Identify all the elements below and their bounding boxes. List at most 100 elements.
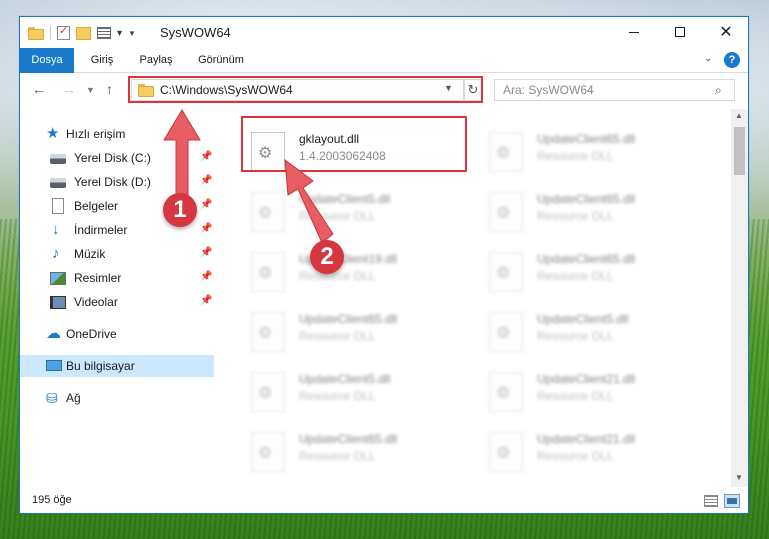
search-icon: ⌕: [715, 83, 722, 97]
pin-icon[interactable]: 📌: [200, 151, 212, 162]
up-arrow-icon[interactable]: ↑: [106, 81, 113, 97]
scrollbar-thumb[interactable]: [734, 127, 745, 175]
file-type: Resource DLL: [299, 209, 376, 223]
large-icons-view-icon[interactable]: [724, 494, 740, 508]
file-item[interactable]: UpdateClient5.dll Resource DLL: [239, 183, 471, 235]
dll-file-icon: [251, 372, 285, 412]
computer-icon: [46, 360, 62, 371]
pin-icon[interactable]: 📌: [200, 223, 212, 234]
sidebar-item-onedrive[interactable]: ☁ OneDrive: [20, 323, 214, 345]
customize-toolbar-icon[interactable]: ▼: [128, 29, 136, 38]
step-badge-2: 2: [310, 240, 344, 274]
tab-share[interactable]: Paylaş: [134, 48, 178, 72]
file-item[interactable]: UpdateClient19.dll Resource DLL: [239, 243, 471, 295]
file-item[interactable]: UpdateClient65.dll Resource DLL: [239, 423, 471, 475]
scroll-up-icon[interactable]: ▲: [735, 111, 743, 120]
sidebar-item-this-pc[interactable]: Bu bilgisayar: [20, 355, 214, 377]
file-name: UpdateClient5.dll: [299, 372, 391, 386]
forward-arrow-icon[interactable]: →: [62, 81, 76, 97]
sidebar-item-music[interactable]: ♪ Müzik 📌: [20, 243, 214, 265]
details-view-icon[interactable]: [704, 495, 718, 507]
navigation-pane: ★ Hızlı erişim Yerel Disk (C:) 📌 Yerel D…: [20, 109, 214, 487]
help-icon[interactable]: ?: [724, 52, 740, 68]
close-button[interactable]: ✕: [703, 17, 749, 47]
file-explorer-window: ▾ ▼ SysWOW64 ✕ Dosya Giriş Paylaş Görünü…: [19, 16, 749, 514]
tab-home[interactable]: Giriş: [82, 48, 122, 72]
music-icon: ♪: [52, 245, 60, 262]
file-name: UpdateClient65.dll: [299, 432, 398, 446]
step-badge-1: 1: [163, 193, 197, 227]
view-icon[interactable]: [97, 27, 111, 39]
sidebar-item-label: Ağ: [66, 391, 81, 405]
file-item[interactable]: UpdateClient21.dll Resource DLL: [477, 423, 709, 475]
pin-icon[interactable]: 📌: [200, 199, 212, 210]
file-type: Resource DLL: [299, 449, 376, 463]
file-item[interactable]: UpdateClient5.dll Resource DLL: [477, 303, 709, 355]
new-folder-icon[interactable]: [76, 26, 91, 40]
back-arrow-icon[interactable]: ←: [32, 81, 46, 97]
file-name: UpdateClient65.dll: [537, 132, 636, 146]
window-title: SysWOW64: [160, 25, 231, 40]
minimize-button[interactable]: [611, 17, 657, 47]
sidebar-item-label: Bu bilgisayar: [66, 359, 135, 373]
file-name: UpdateClient65.dll: [537, 252, 636, 266]
star-icon: ★: [46, 125, 60, 142]
dll-file-icon: [489, 192, 523, 232]
maximize-icon: [675, 27, 685, 37]
file-item[interactable]: UpdateClient65.dll Resource DLL: [477, 183, 709, 235]
pictures-icon: [50, 272, 66, 285]
sidebar-item-label: Hızlı erişim: [66, 127, 126, 141]
sidebar-item-label: Resimler: [74, 271, 122, 285]
file-name: UpdateClient5.dll: [537, 312, 629, 326]
file-type: Resource DLL: [299, 329, 376, 343]
sidebar-item-label: Belgeler: [74, 199, 119, 213]
sidebar-item-label: İndirmeler: [74, 223, 128, 237]
file-item[interactable]: UpdateClient65.dll Resource DLL: [239, 303, 471, 355]
item-count: 195 öğe: [32, 494, 72, 506]
dll-file-icon: [489, 432, 523, 472]
file-item[interactable]: UpdateClient5.dll Resource DLL: [239, 363, 471, 415]
sidebar-item-local-disk-d[interactable]: Yerel Disk (D:) 📌: [20, 171, 214, 193]
vertical-scrollbar[interactable]: ▲ ▼: [731, 109, 748, 487]
chevron-down-icon[interactable]: ▾: [117, 28, 122, 39]
file-name: UpdateClient21.dll: [537, 372, 636, 386]
maximize-button[interactable]: [657, 17, 703, 47]
file-item[interactable]: UpdateClient65.dll Resource DLL: [477, 243, 709, 295]
file-type: Resource DLL: [299, 269, 376, 283]
ribbon-tabs: Dosya Giriş Paylaş Görünüm ⌄ ?: [20, 48, 748, 100]
pin-icon[interactable]: 📌: [200, 247, 212, 258]
videos-icon: [50, 296, 66, 309]
properties-icon[interactable]: [57, 24, 70, 40]
quick-access-toolbar: ▾ ▼: [28, 24, 136, 42]
file-name: UpdateClient21.dll: [537, 432, 636, 446]
dll-file-icon: [489, 372, 523, 412]
cloud-icon: ☁: [46, 325, 61, 342]
close-icon: ✕: [719, 24, 733, 41]
tab-view[interactable]: Görünüm: [190, 48, 252, 72]
dll-file-icon: [251, 252, 285, 292]
pin-icon[interactable]: 📌: [200, 175, 212, 186]
sidebar-item-network[interactable]: ⛁ Ağ: [20, 387, 214, 409]
folder-icon: [28, 26, 44, 40]
sidebar-item-quick-access[interactable]: ★ Hızlı erişim: [20, 123, 214, 145]
scroll-down-icon[interactable]: ▼: [735, 473, 743, 482]
dll-file-icon: [489, 132, 523, 172]
file-item[interactable]: UpdateClient21.dll Resource DLL: [477, 363, 709, 415]
sidebar-item-pictures[interactable]: Resimler 📌: [20, 267, 214, 289]
search-field[interactable]: Ara: SysWOW64 ⌕: [494, 79, 735, 101]
file-type: Resource DLL: [299, 389, 376, 403]
file-item[interactable]: UpdateClient65.dll Resource DLL: [477, 123, 709, 175]
sidebar-item-local-disk-c[interactable]: Yerel Disk (C:) 📌: [20, 147, 214, 169]
expand-ribbon-icon[interactable]: ⌄: [704, 53, 712, 64]
dll-file-icon: [251, 312, 285, 352]
navigation-bar: ← → ▼ ↑ C:\Windows\SysWOW64 ▼ ↻ Ara: Sys…: [20, 73, 748, 108]
recent-locations-icon[interactable]: ▼: [86, 85, 95, 95]
address-highlight-box: [128, 76, 483, 103]
pin-icon[interactable]: 📌: [200, 271, 212, 282]
sidebar-item-label: OneDrive: [66, 327, 117, 341]
drive-icon: [50, 154, 66, 164]
sidebar-item-videos[interactable]: Videolar 📌: [20, 291, 214, 313]
status-bar: 195 öğe: [20, 489, 748, 513]
pin-icon[interactable]: 📌: [200, 295, 212, 306]
file-name: UpdateClient65.dll: [299, 312, 398, 326]
